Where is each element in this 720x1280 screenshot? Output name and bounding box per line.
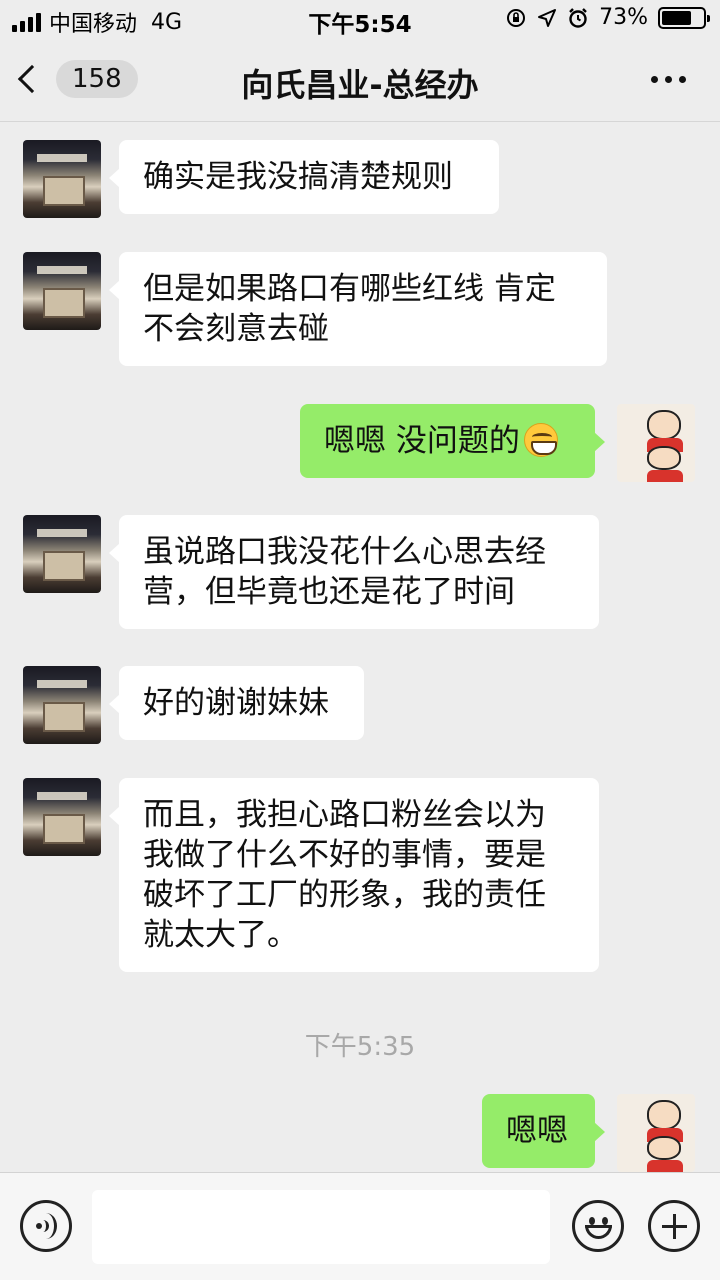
chat-title: 向氏昌业-总经办 bbox=[241, 66, 479, 104]
orientation-lock-icon bbox=[507, 8, 526, 27]
avatar-shirt bbox=[647, 1160, 683, 1172]
smiley-eye-icon bbox=[602, 1217, 608, 1225]
contact-avatar[interactable] bbox=[23, 515, 101, 593]
contact-avatar[interactable] bbox=[23, 666, 101, 744]
grinning-face-emoji-icon bbox=[523, 423, 558, 457]
contact-avatar[interactable] bbox=[23, 140, 101, 218]
more-options-button[interactable] bbox=[651, 76, 686, 83]
status-bar: 中国移动 4G 下午5:54 73% bbox=[0, 0, 720, 40]
plus-icon-stroke bbox=[673, 1214, 676, 1239]
self-avatar[interactable] bbox=[617, 1094, 695, 1172]
input-bar bbox=[0, 1172, 720, 1280]
contact-avatar[interactable] bbox=[23, 778, 101, 856]
status-right: 73% bbox=[505, 5, 710, 30]
battery-fill bbox=[662, 10, 692, 25]
battery-icon bbox=[658, 6, 710, 29]
emoji-button[interactable] bbox=[572, 1200, 624, 1252]
location-arrow-icon bbox=[538, 8, 557, 27]
voice-wave-icon bbox=[35, 1213, 57, 1239]
message-bubble-incoming[interactable]: 虽说路口我没花什么心思去经营，但毕竟也还是花了时间 bbox=[109, 515, 599, 629]
smiley-icon bbox=[589, 1217, 595, 1225]
alarm-icon bbox=[569, 7, 587, 28]
message-bubble-incoming[interactable]: 而且，我担心路口粉丝会以为我做了什么不好的事情，要是破坏了工厂的形象，我的责任就… bbox=[109, 778, 599, 972]
message-bubble-incoming[interactable]: 但是如果路口有哪些红线 肯定不会刻意去碰 bbox=[109, 252, 607, 366]
time-divider: 下午5:35 bbox=[304, 1032, 416, 1062]
contact-avatar[interactable] bbox=[23, 252, 101, 330]
message-text: 嗯嗯 没问题的 bbox=[324, 423, 520, 459]
smiley-mouth-icon bbox=[585, 1225, 612, 1239]
self-avatar[interactable] bbox=[617, 404, 695, 482]
more-dot-icon bbox=[679, 76, 686, 83]
more-dot-icon bbox=[665, 76, 672, 83]
avatar-face bbox=[647, 1136, 681, 1160]
avatar-face bbox=[647, 1100, 681, 1130]
more-dot-icon bbox=[651, 76, 658, 83]
battery-percent: 73% bbox=[599, 5, 648, 30]
avatar-shirt bbox=[647, 470, 683, 482]
message-bubble-incoming[interactable]: 确实是我没搞清楚规则 bbox=[109, 140, 499, 214]
more-functions-button[interactable] bbox=[648, 1200, 700, 1252]
message-bubble-incoming[interactable]: 好的谢谢妹妹 bbox=[109, 666, 364, 740]
message-bubble-outgoing[interactable]: 嗯嗯 没问题的 bbox=[300, 404, 605, 478]
voice-input-button[interactable] bbox=[20, 1200, 72, 1252]
avatar-face bbox=[647, 446, 681, 470]
nav-bar: 158 向氏昌业-总经办 bbox=[0, 40, 720, 122]
avatar-face bbox=[647, 410, 681, 440]
message-bubble-outgoing[interactable]: 嗯嗯 bbox=[482, 1094, 605, 1168]
message-input[interactable] bbox=[92, 1190, 550, 1264]
